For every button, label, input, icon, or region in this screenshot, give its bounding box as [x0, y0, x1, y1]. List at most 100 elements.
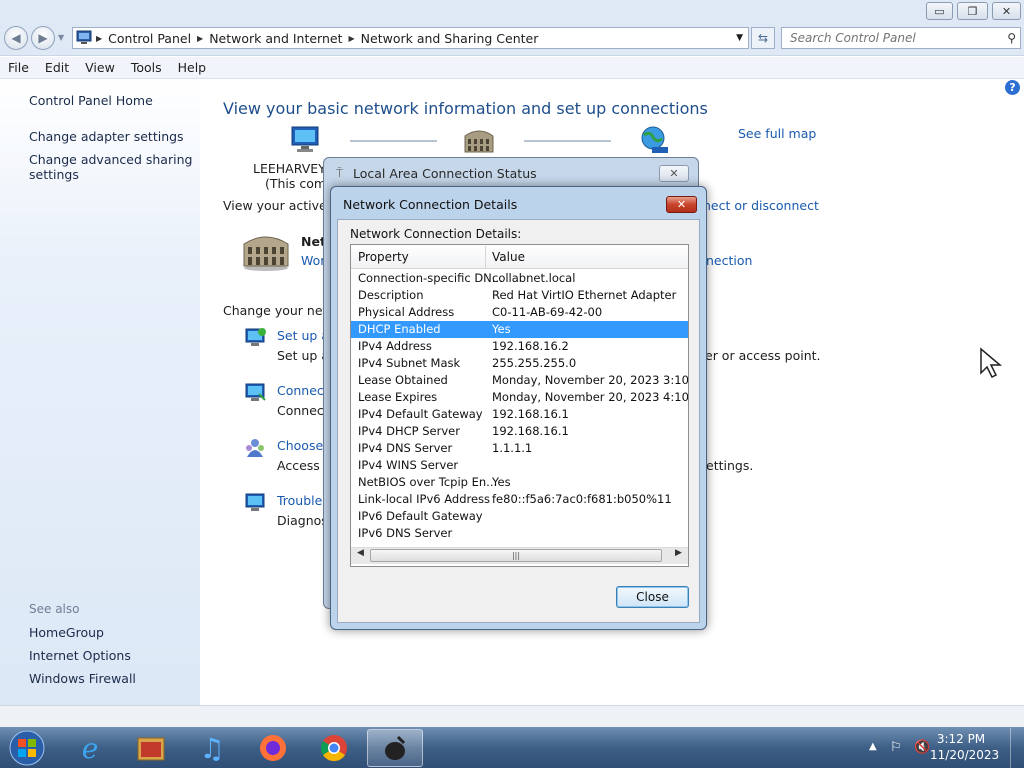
- row-value: 1.1.1.1: [492, 441, 533, 455]
- choose-homegroup-link[interactable]: Choose: [277, 438, 323, 453]
- taskbar-firefox[interactable]: [245, 729, 301, 767]
- start-orb-icon[interactable]: [5, 729, 49, 767]
- table-row[interactable]: IPv6 Default Gateway: [351, 508, 688, 525]
- address-bar[interactable]: ▶ Control Panel ▶ Network and Internet ▶…: [72, 27, 749, 49]
- row-property: Physical Address: [358, 305, 455, 319]
- system-clock[interactable]: 3:12 PM 11/20/2023: [930, 731, 999, 763]
- minimize-button[interactable]: ▭: [926, 2, 953, 20]
- close-button[interactable]: Close: [616, 586, 689, 608]
- menu-tools[interactable]: Tools: [123, 60, 170, 75]
- menu-file[interactable]: File: [0, 60, 37, 75]
- table-row[interactable]: IPv6 DNS Server: [351, 525, 688, 542]
- back-button[interactable]: ◀: [4, 26, 28, 50]
- table-row[interactable]: Physical Address C0-11-AB-69-42-00: [351, 304, 688, 321]
- breadcrumb-network-sharing-center[interactable]: Network and Sharing Center: [357, 31, 543, 46]
- status-dialog-close-button[interactable]: ✕: [659, 165, 689, 182]
- taskbar-control-panel[interactable]: [367, 729, 423, 767]
- row-value: collabnet.local: [492, 271, 576, 285]
- table-row[interactable]: Description Red Hat VirtIO Ethernet Adapt…: [351, 287, 688, 304]
- see-also-heading: See also: [29, 602, 80, 616]
- row-value: fe80::f5a6:7ac0:f681:b050%11: [492, 492, 672, 506]
- connect-to-network-link[interactable]: Connect: [277, 383, 329, 398]
- table-row[interactable]: IPv4 Address 192.168.16.2: [351, 338, 688, 355]
- table-row[interactable]: Lease Expires Monday, November 20, 2023 4…: [351, 389, 688, 406]
- table-row[interactable]: DHCP Enabled Yes: [351, 321, 688, 338]
- column-header-property[interactable]: Property: [358, 250, 409, 264]
- table-row[interactable]: IPv4 Subnet Mask 255.255.255.0: [351, 355, 688, 372]
- troubleshoot-icon: [245, 493, 265, 511]
- row-property: Link-local IPv6 Address: [358, 492, 491, 506]
- change-adapter-settings-link[interactable]: Change adapter settings: [29, 129, 184, 144]
- details-dialog-title: Network Connection Details: [343, 197, 518, 212]
- help-icon[interactable]: ?: [1005, 80, 1020, 95]
- map-link-line: [350, 140, 437, 142]
- table-row[interactable]: Connection-specific DN... collabnet.local: [351, 270, 688, 287]
- scroll-right-icon[interactable]: ▶: [675, 548, 682, 558]
- show-hidden-icons-icon[interactable]: ▲: [869, 741, 877, 752]
- menu-view[interactable]: View: [77, 60, 123, 75]
- row-value: 192.168.16.2: [492, 339, 569, 353]
- breadcrumb-separator-icon[interactable]: ▶: [195, 34, 205, 43]
- row-value: Monday, November 20, 2023 3:10:56 PM: [492, 373, 688, 387]
- table-row[interactable]: IPv4 WINS Server: [351, 457, 688, 474]
- menu-edit[interactable]: Edit: [37, 60, 77, 75]
- troubleshoot-link[interactable]: Troubles: [277, 493, 329, 508]
- connect-network-icon: [245, 383, 266, 401]
- table-row[interactable]: Lease Obtained Monday, November 20, 2023 …: [351, 372, 688, 389]
- internet-options-link[interactable]: Internet Options: [29, 648, 131, 663]
- row-property: IPv4 Address: [358, 339, 432, 353]
- details-dialog-close-x-button[interactable]: ✕: [666, 196, 697, 213]
- breadcrumb-separator-icon[interactable]: ▶: [94, 34, 104, 43]
- breadcrumb-control-panel[interactable]: Control Panel: [104, 31, 195, 46]
- column-divider[interactable]: [485, 246, 486, 268]
- search-box[interactable]: ⚲: [781, 27, 1021, 49]
- maximize-button[interactable]: ❐: [957, 2, 988, 20]
- minimize-icon: ▭: [934, 4, 945, 18]
- table-row[interactable]: Link-local IPv6 Address fe80::f5a6:7ac0:f…: [351, 491, 688, 508]
- change-advanced-sharing-link-line2[interactable]: settings: [29, 167, 79, 182]
- internet-explorer-icon: e: [81, 731, 99, 765]
- folder-icon: [137, 737, 165, 761]
- table-row[interactable]: IPv4 DNS Server 1.1.1.1: [351, 440, 688, 457]
- window-titlebar[interactable]: [0, 0, 1024, 22]
- action-center-icon[interactable]: ⚐: [890, 740, 902, 755]
- table-row[interactable]: IPv4 DHCP Server 192.168.16.1: [351, 423, 688, 440]
- row-property: DHCP Enabled: [358, 322, 441, 336]
- column-header-value[interactable]: Value: [492, 250, 525, 264]
- change-advanced-sharing-link[interactable]: Change advanced sharing: [29, 152, 192, 167]
- search-input[interactable]: [790, 31, 995, 45]
- row-property: Lease Expires: [358, 390, 438, 404]
- control-panel-home-link[interactable]: Control Panel Home: [29, 93, 153, 108]
- row-value: Yes: [492, 475, 511, 489]
- mouse-cursor-icon: [980, 347, 1003, 379]
- search-icon[interactable]: ⚲: [1007, 31, 1016, 45]
- network-icon: [464, 130, 494, 153]
- volume-muted-icon[interactable]: 🔇: [914, 740, 930, 755]
- homegroup-link[interactable]: HomeGroup: [29, 625, 104, 640]
- refresh-button[interactable]: ⇆: [751, 27, 775, 49]
- close-window-button[interactable]: ✕: [992, 2, 1021, 20]
- scrollbar-thumb[interactable]: |||: [370, 549, 662, 562]
- scroll-left-icon[interactable]: ◀: [357, 548, 364, 558]
- show-desktop-button[interactable]: [1010, 728, 1024, 768]
- table-row[interactable]: NetBIOS over Tcpip En... Yes: [351, 474, 688, 491]
- forward-button[interactable]: ▶: [31, 26, 55, 50]
- row-value: Yes: [492, 322, 511, 336]
- taskbar-internet-explorer[interactable]: e: [62, 729, 118, 767]
- taskbar-media-player[interactable]: ♫: [184, 729, 240, 767]
- table-row[interactable]: IPv4 Default Gateway 192.168.16.1: [351, 406, 688, 423]
- menu-help[interactable]: Help: [170, 60, 215, 75]
- clock-time: 3:12 PM: [936, 732, 986, 746]
- taskbar-file-explorer[interactable]: [123, 729, 179, 767]
- setup-connection-link[interactable]: Set up a: [277, 328, 329, 343]
- recent-pages-chevron-icon[interactable]: ▼: [58, 33, 64, 42]
- breadcrumb-network-and-internet[interactable]: Network and Internet: [205, 31, 346, 46]
- see-full-map-link[interactable]: See full map: [738, 126, 816, 141]
- windows-firewall-link[interactable]: Windows Firewall: [29, 671, 136, 686]
- taskbar-chrome[interactable]: [306, 729, 362, 767]
- address-dropdown-icon[interactable]: ▼: [736, 33, 743, 43]
- connect-disconnect-link[interactable]: nect or disconnect: [703, 198, 819, 213]
- breadcrumb-separator-icon[interactable]: ▶: [347, 34, 357, 43]
- local-area-connection-link[interactable]: nection: [706, 253, 752, 268]
- network-type-link[interactable]: Wor: [301, 253, 325, 268]
